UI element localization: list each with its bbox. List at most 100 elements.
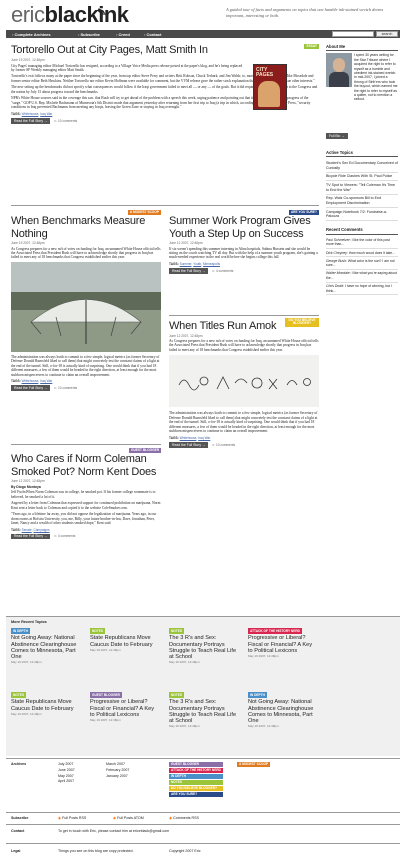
archives-section: Archives July 2007 June 2007 May 2007 Ap… <box>6 758 400 810</box>
topic-link[interactable]: Student's Sex Ed Documentary Conceived o… <box>326 159 398 173</box>
post-category-badge[interactable]: ESSAY <box>304 44 319 50</box>
topic-title[interactable]: Progressive or Liberal? Fiscal or Financ… <box>90 699 158 718</box>
nav-subscribe[interactable]: Subscribe <box>78 32 100 37</box>
category-badge-link[interactable]: A MODEST SCOOP <box>237 762 271 768</box>
topic-title[interactable]: The 3 R's and Sex: Documentary Portrays … <box>169 635 237 661</box>
rss-comments-link[interactable]: Comments RSS <box>169 816 199 820</box>
comments-link[interactable]: 4 comments <box>212 269 233 273</box>
topic-link[interactable]: Rep. Walz Co-sponsors Bill to End Employ… <box>326 195 398 209</box>
read-full-story-button[interactable]: Read the Full Story <box>11 385 51 392</box>
comments-link[interactable]: 10 comments <box>54 386 77 390</box>
topic-title[interactable]: The 3 R's and Sex: Documentary Portrays … <box>169 699 237 725</box>
category-badge-link[interactable]: IN DEPTH <box>169 774 223 780</box>
read-full-story-button[interactable]: Read the Full Story <box>11 117 51 124</box>
topic-date: May 19 2007, 12:48pm <box>11 711 42 716</box>
post-title[interactable]: Summer Work Program Gives Youth a Step U… <box>169 215 319 240</box>
recent-comment[interactable]: Dick Cheyney: How much wood does it take… <box>326 249 398 258</box>
nav-contact[interactable]: Contact <box>144 32 162 37</box>
category-badge-link[interactable]: ARE YOU SURE? <box>169 792 223 798</box>
topic-category-badge[interactable]: ATTACK OF THE HISTORY NERD <box>248 628 302 634</box>
recent-comment[interactable]: Paul Schmelzer: I like the color of this… <box>326 237 398 250</box>
topic-title[interactable]: State Republicans Move Caucus Date to Fe… <box>90 635 158 648</box>
topic-date: May 19 2007, 12:48pm <box>248 653 279 658</box>
divider <box>169 315 319 316</box>
topic-date: May 19 2007, 12:48pm <box>169 724 200 729</box>
post-title[interactable]: When Benchmarks Measure Nothing <box>11 215 161 240</box>
post-titles-amok: DO YOU BELIEVE BLOGGER? When Titles Run … <box>169 318 319 448</box>
site-logo[interactable]: ericblackink ✒ <box>11 2 129 28</box>
read-full-story-button[interactable]: Read the Full Story <box>169 441 209 448</box>
topic-date: May 19 2007, 12:48pm <box>11 660 42 665</box>
topic-category-badge[interactable]: GUEST BLOGGER <box>90 692 122 698</box>
post-category-badge[interactable]: A MODEST SCOOP <box>127 210 161 216</box>
category-badge-link[interactable]: NOTES <box>169 780 223 786</box>
archive-month-link[interactable]: July 2007 <box>58 762 75 768</box>
author-photo[interactable] <box>326 53 352 88</box>
post-date: June 12 2007, 12:48pm <box>11 479 45 483</box>
recent-comment[interactable]: Chris Dodd: I have no hope of winning, b… <box>326 283 398 296</box>
post-tortorello: ESSAY Tortorello Out at City Pages, Matt… <box>11 44 319 124</box>
post-norm-coleman: GUEST BLOGGER Who Cares if Norm Coleman … <box>11 448 161 540</box>
post-title[interactable]: Tortorello Out at City Pages, Matt Smith… <box>11 44 241 57</box>
topic-category-badge[interactable]: NOTES <box>169 628 184 634</box>
topic-link[interactable]: TV Spot to Viewers: "Tell Coleman It's T… <box>326 181 398 195</box>
post-date: June 19 2007, 12:48pm <box>11 241 45 245</box>
more-topic-item[interactable]: IN DEPTH Not Going Away: National Abstine… <box>11 628 79 665</box>
topic-category-badge[interactable]: NOTES <box>169 692 184 698</box>
topic-category-badge[interactable]: NOTES <box>11 692 26 698</box>
comments-link[interactable]: 4 comments <box>54 534 75 538</box>
legal-section: Legal Things you see on this blog are co… <box>6 843 400 859</box>
archives-label: Archives <box>11 762 27 766</box>
topic-link[interactable]: Campaign Notebook 7/2: Fundraise-a-Paloo… <box>326 208 398 222</box>
category-badge-link[interactable]: ATTACK OF THE HISTORY NERD <box>169 768 223 774</box>
category-badge-link[interactable]: GUEST BLOGGER <box>169 762 223 768</box>
search-input[interactable] <box>332 31 374 37</box>
topic-category-badge[interactable]: NOTES <box>90 628 105 634</box>
post-title[interactable]: Who Cares if Norm Coleman Smoked Pot? No… <box>11 453 161 478</box>
about-heading: About Me <box>326 44 398 52</box>
topic-category-badge[interactable]: IN DEPTH <box>248 692 267 698</box>
subscribe-section: Subscribe Full Posts RSS Full Posts ATOM… <box>6 812 400 822</box>
more-topic-item[interactable]: NOTES The 3 R's and Sex: Documentary Port… <box>169 692 237 729</box>
post-paragraph: The administration was always loath to c… <box>169 411 318 434</box>
archive-month-link[interactable]: April 2007 <box>58 779 75 785</box>
topic-title[interactable]: State Republicans Move Caucus Date to Fe… <box>11 699 79 712</box>
rss-full-posts-link[interactable]: Full Posts RSS <box>58 816 86 820</box>
comments-link[interactable]: 10 comments <box>54 119 77 123</box>
read-full-story-button[interactable]: Read the Full Story <box>169 267 209 274</box>
book-cover-image[interactable]: CITY PAGES <box>253 64 287 110</box>
sketch-illustration[interactable] <box>169 355 319 408</box>
more-topic-item[interactable]: ATTACK OF THE HISTORY NERD Progressive or… <box>248 628 316 659</box>
post-summer-work: ARE YOU SURE? Summer Work Program Gives … <box>169 210 319 274</box>
post-category-badge[interactable]: GUEST BLOGGER <box>129 448 161 454</box>
category-badge-link[interactable]: DO YOU BELIEVE BLOGGER? <box>169 786 223 792</box>
umbrella-photo[interactable] <box>11 261 161 352</box>
atom-full-posts-link[interactable]: Full Posts ATOM <box>113 816 144 820</box>
more-topic-item[interactable]: NOTES State Republicans Move Caucus Date … <box>90 628 158 652</box>
more-topic-item[interactable]: NOTES State Republicans Move Caucus Date … <box>11 692 79 716</box>
full-bio-button[interactable]: Full Bio <box>326 133 348 140</box>
more-topic-item[interactable]: GUEST BLOGGER Progressive or Liberal? Fis… <box>90 692 158 723</box>
more-topic-item[interactable]: NOTES The 3 R's and Sex: Documentary Port… <box>169 628 237 665</box>
read-full-story-button[interactable]: Read the Full Story <box>11 533 51 540</box>
topic-title[interactable]: Not Going Away: National Abstinence Clea… <box>11 635 79 661</box>
post-category-badge[interactable]: ARE YOU SURE? <box>288 210 319 216</box>
post-category-badge[interactable]: DO YOU BELIEVE BLOGGER? <box>285 318 319 327</box>
site-tagline: A guided tour of facts and arguments on … <box>226 7 384 18</box>
search-button[interactable]: search <box>376 31 398 37</box>
archive-month-link[interactable]: February 2007 <box>106 768 129 774</box>
nav-complete-archives[interactable]: Complete Archives <box>12 32 51 37</box>
more-topic-item[interactable]: IN DEPTH Not Going Away: National Abstine… <box>248 692 316 729</box>
archive-month-link[interactable]: June 2007 <box>58 768 75 774</box>
archive-month-link[interactable]: January 2007 <box>106 774 129 780</box>
topic-link[interactable]: Bicycle Ride Clashes With St. Paul Polic… <box>326 173 398 182</box>
topic-title[interactable]: Progressive or Liberal? Fiscal or Financ… <box>248 635 316 654</box>
recent-comment[interactable]: George Bush: What color is the sun? I am… <box>326 257 398 271</box>
comments-link[interactable]: 10 comments <box>212 443 235 447</box>
copyright-text: Copyright 2007 Eric <box>169 849 201 853</box>
nav-creed[interactable]: Creed <box>116 32 130 37</box>
topic-title[interactable]: Not Going Away: National Abstinence Clea… <box>248 699 316 725</box>
topic-category-badge[interactable]: IN DEPTH <box>11 628 30 634</box>
topic-date: May 19 2007, 12:48pm <box>90 717 121 722</box>
recent-comment[interactable]: Walter Mondale: I like what you're sayin… <box>326 270 398 283</box>
